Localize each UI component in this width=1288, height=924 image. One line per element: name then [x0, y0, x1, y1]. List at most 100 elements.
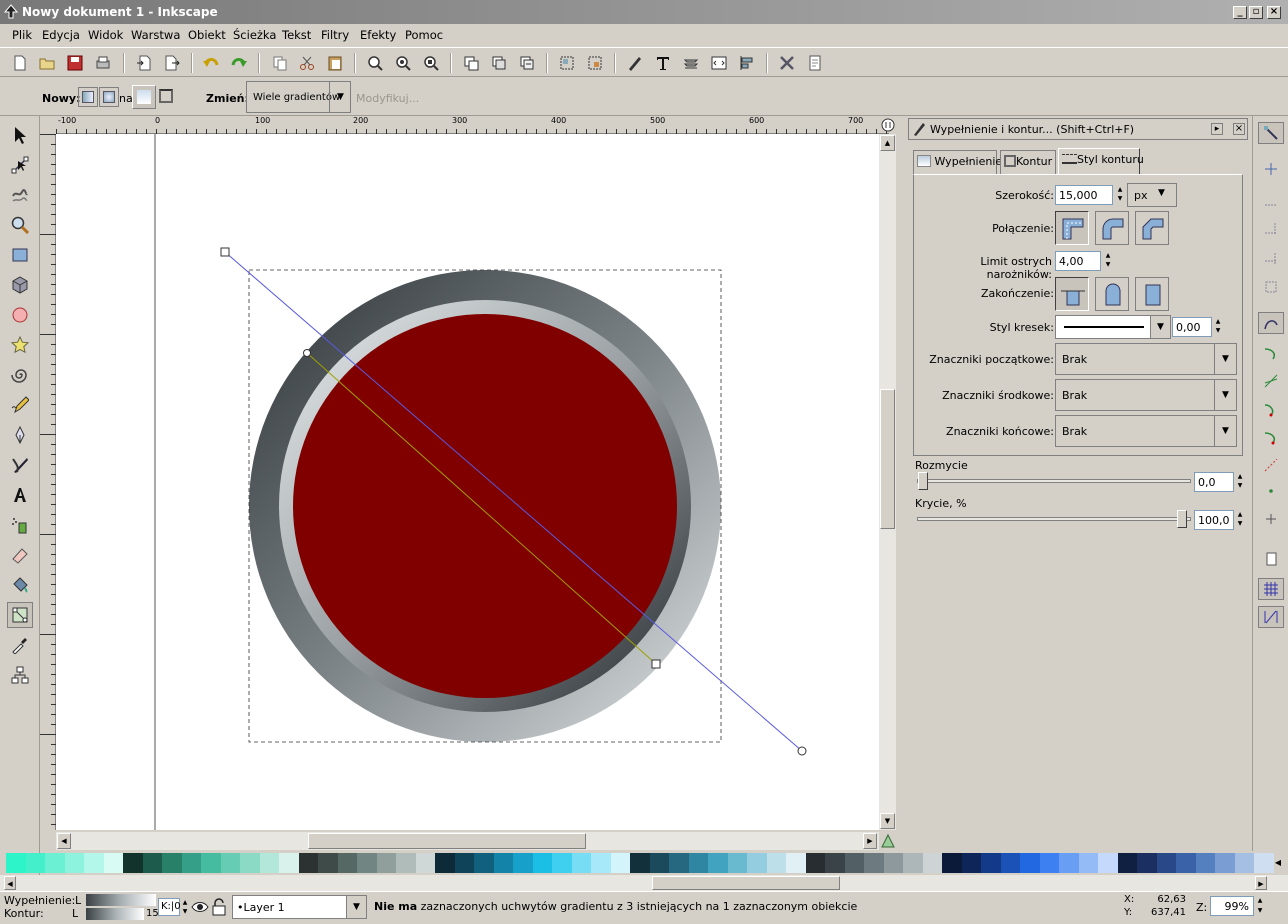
eraser-tool-icon[interactable] [7, 542, 33, 568]
round-join-button[interactable] [1095, 211, 1129, 245]
palette-swatch[interactable] [1117, 853, 1138, 873]
snap-object-midpoints-icon[interactable] [1258, 480, 1284, 502]
palette-swatch[interactable] [903, 853, 923, 873]
spiral-tool-icon[interactable] [7, 362, 33, 388]
paste-icon[interactable] [325, 53, 345, 73]
connector-tool-icon[interactable] [7, 662, 33, 688]
vertical-scrollbar[interactable]: ▲ ▼ [879, 134, 896, 830]
palette-swatch[interactable] [864, 853, 884, 873]
vertical-ruler[interactable] [40, 134, 56, 830]
palette-swatch[interactable] [162, 853, 182, 873]
zoom-correction-icon[interactable] [879, 116, 896, 134]
palette-scroll-left-icon[interactable]: ◀ [4, 876, 16, 890]
palette-scrollbar[interactable]: ◀ ▶ [0, 875, 1288, 891]
miter-limit-spinner[interactable]: ▲ ▼ [1102, 251, 1114, 271]
opacity-spinner[interactable]: ▲ ▼ [1234, 510, 1246, 530]
palette-swatch[interactable] [396, 853, 416, 873]
palette-scroll-thumb[interactable] [652, 876, 840, 890]
tweak-tool-icon[interactable] [7, 182, 33, 208]
calligraphy-tool-icon[interactable] [7, 452, 33, 478]
scroll-right-icon[interactable]: ▶ [863, 833, 877, 849]
eye-visibility-icon[interactable] [191, 898, 209, 916]
palette-swatch[interactable] [649, 853, 670, 873]
document-properties-icon[interactable] [805, 53, 825, 73]
palette-swatch[interactable] [805, 853, 826, 873]
snap-path-intersection-icon[interactable] [1258, 370, 1284, 392]
snap-line-midpoints-icon[interactable] [1258, 454, 1284, 476]
palette-swatch[interactable] [513, 853, 533, 873]
palette-swatch[interactable] [825, 853, 845, 873]
text-font-icon[interactable] [653, 53, 673, 73]
palette-swatch[interactable] [708, 853, 728, 873]
palette-scroll-right-icon[interactable]: ▶ [1255, 876, 1267, 890]
clone-icon[interactable] [489, 53, 509, 73]
palette-swatch[interactable] [318, 853, 338, 873]
text-tool-icon[interactable] [7, 482, 33, 508]
palette-swatch[interactable] [240, 853, 260, 873]
cut-icon[interactable] [297, 53, 317, 73]
scroll-down-icon[interactable]: ▼ [880, 813, 895, 829]
dash-offset-spinner[interactable]: ▲ ▼ [1212, 317, 1224, 337]
pen-tool-icon[interactable] [7, 422, 33, 448]
menu-view[interactable]: Widok [88, 28, 123, 42]
palette-swatch[interactable] [415, 853, 436, 873]
scroll-up-icon[interactable]: ▲ [880, 135, 895, 151]
miter-limit-input[interactable]: 4,00 [1055, 251, 1101, 271]
print-icon[interactable] [93, 53, 113, 73]
palette-swatch[interactable] [669, 853, 689, 873]
menu-text[interactable]: Tekst [282, 28, 311, 42]
palette-swatch[interactable] [844, 853, 865, 873]
edit-gradient-button[interactable]: Modyfikuj... [356, 92, 419, 105]
snap-nodes-icon[interactable] [1258, 312, 1284, 334]
scroll-left-icon[interactable]: ◀ [57, 833, 71, 849]
zoom-input[interactable]: 99% [1210, 896, 1254, 916]
stroke-width-value[interactable]: 15 [146, 908, 159, 919]
stroke-swatch[interactable] [86, 908, 144, 920]
palette-swatch[interactable] [922, 853, 943, 873]
menu-file[interactable]: Plik [12, 28, 32, 42]
palette-swatch[interactable] [688, 853, 709, 873]
opacity-slider-handle[interactable] [1177, 510, 1187, 528]
horizontal-scrollbar[interactable]: ◀ ▶ [56, 832, 879, 850]
horizontal-scroll-thumb[interactable] [308, 833, 586, 849]
linear-gradient-button[interactable] [78, 87, 98, 107]
fill-swatch[interactable] [86, 894, 156, 906]
mid-markers-select[interactable]: Brak ▼ [1055, 379, 1237, 411]
gradient-start-handle[interactable] [220, 247, 230, 257]
palette-swatch[interactable] [1078, 853, 1099, 873]
bevel-join-button[interactable] [1135, 211, 1169, 245]
palette-swatch[interactable] [357, 853, 377, 873]
paint-bucket-tool-icon[interactable] [7, 572, 33, 598]
snap-grid-icon[interactable] [1258, 578, 1284, 600]
menu-effects[interactable]: Efekty [360, 28, 396, 42]
palette-swatch[interactable] [1098, 853, 1118, 873]
tab-stroke-paint[interactable]: Kontur [1000, 150, 1056, 174]
save-icon[interactable] [65, 53, 85, 73]
palette-swatch[interactable] [6, 853, 26, 873]
palette-swatch[interactable] [435, 853, 455, 873]
inner-gradient-start-handle[interactable] [303, 349, 311, 357]
undo-icon[interactable] [201, 53, 221, 73]
copy-icon[interactable] [270, 53, 290, 73]
menu-object[interactable]: Obiekt [188, 28, 226, 42]
lock-icon[interactable] [211, 898, 227, 916]
zoom-tool-icon[interactable] [7, 212, 33, 238]
ellipse-tool-icon[interactable] [7, 302, 33, 328]
palette-swatch[interactable] [454, 853, 475, 873]
miter-join-button[interactable] [1055, 211, 1089, 245]
palette-swatch[interactable] [64, 853, 85, 873]
palette-swatch[interactable] [766, 853, 787, 873]
align-distribute-icon[interactable] [737, 53, 757, 73]
tab-fill[interactable]: Wypełnienie [913, 150, 1002, 174]
palette-swatch[interactable] [1195, 853, 1216, 873]
gradient-end-handle[interactable] [797, 746, 807, 756]
snap-page-border-icon[interactable] [1258, 548, 1284, 570]
duplicate-icon[interactable] [461, 53, 481, 73]
menu-help[interactable]: Pomoc [405, 28, 443, 42]
color-managed-view-icon[interactable] [880, 833, 896, 849]
opacity-field[interactable]: K:|0 [158, 898, 181, 916]
menu-filters[interactable]: Filtry [321, 28, 349, 42]
snap-bbox-icon[interactable] [1258, 158, 1284, 180]
palette-swatch[interactable] [1039, 853, 1060, 873]
palette-swatch[interactable] [630, 853, 650, 873]
